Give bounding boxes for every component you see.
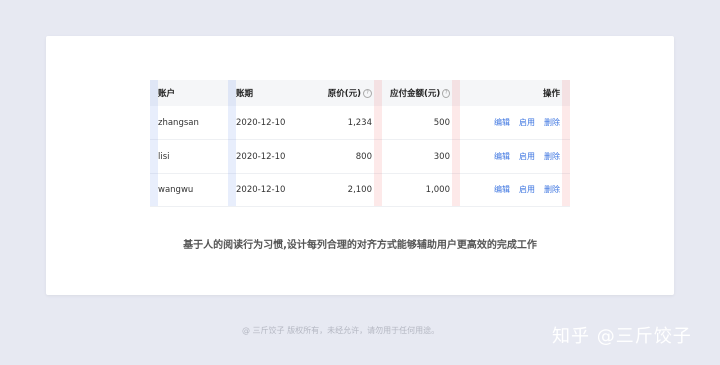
copyright-text: @ 三斤饺子 版权所有，未经允许，请勿用于任何用途。 [242, 326, 440, 335]
cell-account: wangwu [158, 184, 194, 195]
edit-link[interactable]: 编辑 [494, 117, 510, 128]
enable-link[interactable]: 启用 [519, 117, 535, 128]
align-guide-left [150, 80, 158, 206]
cell-actions: 编辑 启用 删除 [480, 173, 560, 206]
header-period: 账期 [236, 89, 254, 99]
cell-price: 1,234 [347, 117, 372, 128]
align-guide-right [374, 80, 382, 206]
caption-text: 基于人的阅读行为习惯,设计每列合理的对齐方式能够辅助用户更高效的完成工作 [183, 240, 537, 251]
enable-link[interactable]: 启用 [519, 184, 535, 195]
header-amount-label: 应付金额(元) [390, 89, 441, 99]
align-guide-right [562, 80, 570, 206]
table-row: lisi 2020-12-10 800 300 编辑 启用 删除 [150, 140, 570, 174]
help-icon[interactable]: ? [363, 88, 372, 98]
cell-period: 2020-12-10 [236, 184, 286, 195]
align-guide-right [452, 80, 460, 206]
edit-link[interactable]: 编辑 [494, 184, 510, 195]
delete-link[interactable]: 删除 [544, 184, 560, 195]
table-row: wangwu 2020-12-10 2,100 1,000 编辑 启用 删除 [150, 173, 570, 207]
cell-period: 2020-12-10 [236, 151, 286, 162]
table-header: 账户 账期 原价(元) ? 应付金额(元) ? 操作 [150, 80, 570, 106]
header-actions: 操作 [542, 89, 560, 99]
header-price-label: 原价(元) [327, 89, 361, 99]
table-row: zhangsan 2020-12-10 1,234 500 编辑 启用 删除 [150, 106, 570, 140]
cell-price: 2,100 [347, 184, 372, 195]
edit-link[interactable]: 编辑 [494, 151, 510, 162]
cell-account: zhangsan [158, 117, 199, 128]
header-amount: 应付金额(元) ? [390, 80, 450, 106]
cell-amount: 500 [433, 117, 450, 128]
billing-table: 账户 账期 原价(元) ? 应付金额(元) ? 操作 zhangsan 2020… [150, 80, 570, 207]
cell-actions: 编辑 启用 删除 [480, 140, 560, 173]
cell-period: 2020-12-10 [236, 117, 286, 128]
enable-link[interactable]: 启用 [519, 151, 535, 162]
help-icon[interactable]: ? [442, 88, 450, 98]
cell-amount: 1,000 [425, 184, 450, 195]
watermark: 知乎 @三斤饺子 [552, 326, 692, 347]
delete-link[interactable]: 删除 [544, 151, 560, 162]
content-card: 账户 账期 原价(元) ? 应付金额(元) ? 操作 zhangsan 2020… [46, 36, 674, 295]
align-guide-left [228, 80, 236, 206]
header-account: 账户 [158, 89, 176, 99]
delete-link[interactable]: 删除 [544, 117, 560, 128]
header-price: 原价(元) ? [320, 80, 372, 106]
cell-account: lisi [158, 151, 170, 162]
cell-actions: 编辑 启用 删除 [480, 106, 560, 139]
cell-amount: 300 [433, 151, 450, 162]
cell-price: 800 [355, 151, 372, 162]
